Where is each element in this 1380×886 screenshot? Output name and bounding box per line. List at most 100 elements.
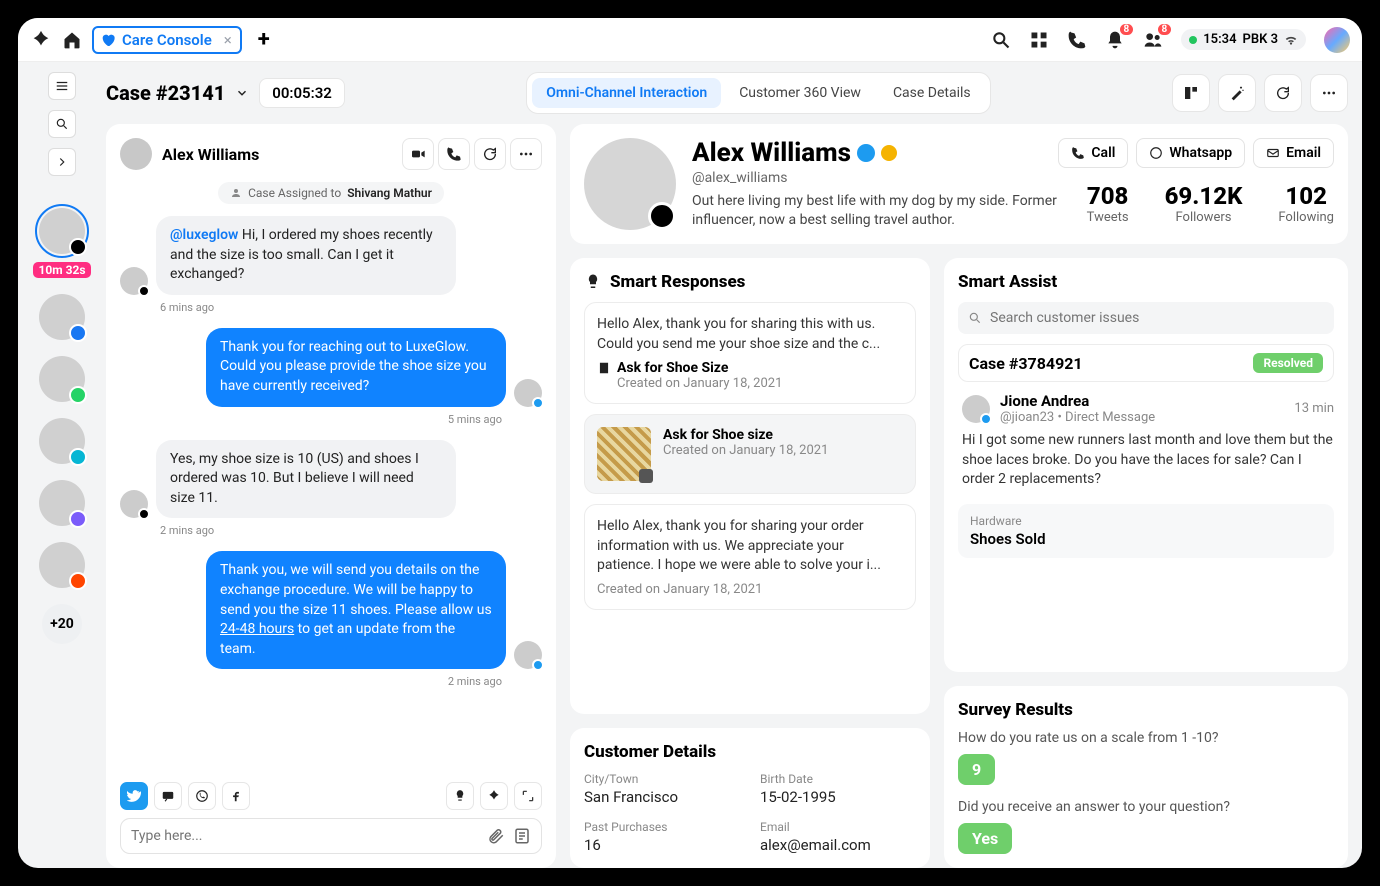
assist-search-input[interactable] (990, 310, 1324, 326)
doc-icon (597, 361, 611, 375)
survey-title: Survey Results (958, 700, 1073, 720)
whatsapp-button[interactable]: Whatsapp (1136, 138, 1245, 168)
assist-search[interactable] (958, 302, 1334, 334)
status-dot-icon (1189, 36, 1197, 44)
channel-chat-button[interactable] (154, 782, 182, 810)
conversation-avatar-5[interactable] (39, 480, 85, 526)
expand-compose-button[interactable] (514, 782, 542, 810)
conversation-avatar-4[interactable] (39, 418, 85, 464)
phone-icon[interactable] (1067, 30, 1087, 50)
tab-omni-channel[interactable]: Omni-Channel Interaction (532, 78, 721, 108)
conversation-avatar-1[interactable] (39, 208, 85, 254)
stat-followers: 69.12KFollowers (1165, 182, 1243, 225)
chevron-down-icon[interactable] (235, 86, 249, 100)
assist-message: Jione Andrea @jioan23 • Direct Message 1… (958, 392, 1334, 490)
right-column: Smart Assist Case #3784921 Resolved (944, 258, 1348, 868)
detail-birthdate: Birth Date15-02-1995 (760, 772, 916, 806)
home-icon[interactable] (62, 30, 82, 50)
customer-msg-avatar (120, 490, 148, 518)
apps-grid-icon[interactable] (1029, 30, 1049, 50)
tab-customer-360[interactable]: Customer 360 View (725, 78, 875, 108)
magic-button[interactable] (1218, 74, 1256, 112)
status-workspace: PBK 3 (1243, 32, 1279, 47)
smart-response-item[interactable]: Hello Alex, thank you for sharing your o… (584, 504, 916, 610)
view-tabs: Omni-Channel Interaction Customer 360 Vi… (526, 72, 990, 114)
status-time: 15:34 (1203, 32, 1236, 47)
stat-following: 102Following (1278, 182, 1334, 225)
survey-a1: 9 (958, 754, 995, 785)
notif-badge: 8 (1120, 24, 1134, 35)
suggestions-button[interactable] (446, 782, 474, 810)
rail-menu-button[interactable] (48, 72, 76, 100)
smart-response-item[interactable]: Ask for Shoe size Created on January 18,… (584, 414, 916, 494)
case-title: Case #23141 (106, 81, 225, 105)
chat-customer-name: Alex Williams (162, 145, 259, 164)
assigned-agent: Shivang Mathur (347, 186, 432, 200)
rail-expand-button[interactable] (48, 148, 76, 176)
customer-details-title: Customer Details (584, 742, 716, 762)
rail-search-button[interactable] (48, 110, 76, 138)
tab-case-details[interactable]: Case Details (879, 78, 985, 108)
facebook-badge-icon (69, 324, 87, 342)
detail-city: City/TownSan Francisco (584, 772, 740, 806)
people-badge: 8 (1158, 24, 1172, 35)
related-case-chip[interactable]: Case #3784921 Resolved (958, 344, 1334, 382)
chat-panel: Alex Williams Case Assigned to Shiva (106, 124, 556, 868)
smart-assist-panel: Smart Assist Case #3784921 Resolved (944, 258, 1348, 672)
notifications-icon[interactable]: 8 (1105, 30, 1125, 50)
search-icon[interactable] (991, 30, 1011, 50)
main-header: Case #23141 00:05:32 Omni-Channel Intera… (106, 72, 1348, 124)
people-icon[interactable]: 8 (1143, 30, 1163, 50)
case-status-badge: Resolved (1253, 353, 1323, 373)
assigned-prefix: Case Assigned to (248, 186, 341, 200)
more-button[interactable] (1310, 74, 1348, 112)
close-tab-icon[interactable]: × (224, 31, 232, 49)
compose-input[interactable] (131, 828, 487, 844)
layout-button[interactable] (1172, 74, 1210, 112)
voice-call-button[interactable] (438, 138, 470, 170)
add-tab-button[interactable]: + (258, 27, 270, 52)
more-conversations-button[interactable]: +20 (42, 604, 82, 644)
conversation-timer: 10m 32s (33, 262, 90, 278)
customer-details-panel: Customer Details City/TownSan Francisco … (570, 728, 930, 868)
channel-twitter-button[interactable] (120, 782, 148, 810)
profile-name: Alex Williams (692, 138, 851, 168)
smart-assist-title: Smart Assist (958, 272, 1057, 292)
workspace-tab[interactable]: Care Console × (92, 26, 242, 54)
agent-msg-avatar (514, 641, 542, 669)
profile-handle: @alex_williams (692, 170, 1058, 186)
messenger-badge-icon (69, 448, 87, 466)
assist-time: 13 min (1294, 401, 1334, 416)
elapsed-timer: 00:05:32 (259, 78, 345, 108)
chat-messages: @luxeglow Hi, I ordered my shoes recentl… (120, 216, 542, 776)
mid-right-area: Alex Williams @alex_williams Out here li… (570, 124, 1348, 868)
heart-monitor-icon (100, 32, 116, 48)
top-bar: Care Console × + 8 8 15:34 PBK 3 (18, 18, 1362, 62)
profile-avatar (584, 138, 676, 230)
attach-icon[interactable] (487, 827, 505, 845)
assist-text: Hi I got some new runners last month and… (962, 431, 1334, 490)
refresh-button[interactable] (1264, 74, 1302, 112)
channel-facebook-button[interactable] (222, 782, 250, 810)
sparkle-button[interactable] (480, 782, 508, 810)
channel-whatsapp-button[interactable] (188, 782, 216, 810)
compose-input-row (120, 818, 542, 854)
detail-email: Emailalex@email.com (760, 820, 916, 854)
conversation-avatar-3[interactable] (39, 356, 85, 402)
related-case-id: Case #3784921 (969, 354, 1083, 373)
conversation-avatar-6[interactable] (39, 542, 85, 588)
template-icon[interactable] (513, 827, 531, 845)
smart-response-item[interactable]: Hello Alex, thank you for sharing this w… (584, 302, 916, 404)
chat-more-button[interactable] (510, 138, 542, 170)
msg-in-1: @luxeglow Hi, I ordered my shoes recentl… (156, 216, 456, 295)
user-avatar[interactable] (1324, 27, 1350, 53)
call-button[interactable]: Call (1058, 138, 1128, 168)
video-call-button[interactable] (402, 138, 434, 170)
status-pill[interactable]: 15:34 PBK 3 (1181, 29, 1306, 50)
verified-icon (857, 144, 875, 162)
survey-q1: How do you rate us on a scale from 1 -10… (958, 730, 1334, 746)
survey-q2: Did you receive an answer to your questi… (958, 799, 1334, 815)
chat-refresh-button[interactable] (474, 138, 506, 170)
conversation-avatar-2[interactable] (39, 294, 85, 340)
email-button[interactable]: Email (1253, 138, 1334, 168)
